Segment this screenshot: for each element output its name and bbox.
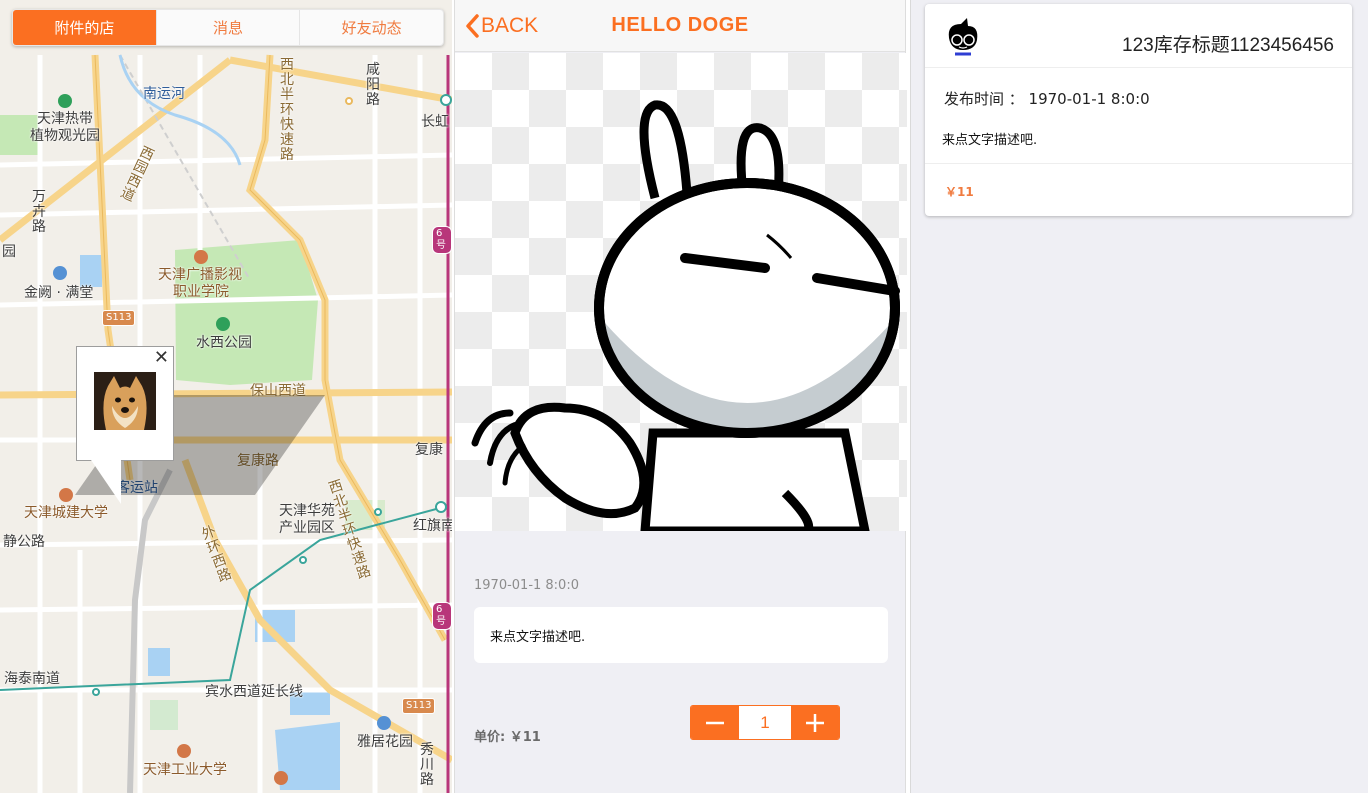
home-poi-icon — [377, 716, 391, 730]
map-label: 南运河 — [143, 86, 185, 102]
feed-card[interactable]: 123库存标题1123456456 发布时间 ： 1970-01-1 8:0:0… — [925, 4, 1352, 216]
map-label: 天津热带 — [37, 111, 93, 127]
map-label: 水西公园 — [196, 335, 252, 351]
school-poi-icon — [194, 250, 208, 264]
map-label: 产业园区 — [279, 520, 335, 536]
map-label: 红旗南 — [413, 518, 452, 534]
water-area — [148, 648, 170, 676]
park-poi-icon — [58, 94, 72, 108]
popup-tail — [91, 460, 121, 504]
top-tabbar: 附件的店 消息 好友动态 — [12, 9, 444, 46]
school-poi-icon — [274, 771, 288, 785]
highway-badge: S113 — [102, 310, 136, 326]
map-label: 金阙 · 满堂 — [24, 285, 94, 301]
detail-panel: BACK HELLO DOGE 1970-01-1 8:0:0 来点文字描述吧.… — [454, 0, 907, 793]
school-poi-icon — [177, 744, 191, 758]
tab-friend-activity[interactable]: 好友动态 — [300, 10, 443, 45]
map-label: 园 — [2, 244, 16, 260]
park-poi-icon — [216, 317, 230, 331]
map-label: 咸阳路 — [366, 62, 380, 108]
detail-time: 1970-01-1 8:0:0 — [474, 578, 579, 593]
map-label: 秀川路 — [420, 742, 434, 788]
cartoon-avatar-icon — [941, 16, 983, 58]
increase-button[interactable] — [791, 706, 839, 739]
publish-time: 发布时间 ： 1970-01-1 8:0:0 — [944, 90, 1150, 108]
unit-price: 单价: ￥11 — [474, 730, 541, 745]
card-description: 来点文字描述吧. — [942, 133, 1038, 148]
map-label: 复康 — [415, 442, 443, 458]
close-icon[interactable]: ✕ — [154, 348, 169, 368]
map-label: 西北半环快速路 — [280, 57, 294, 163]
detail-description: 来点文字描述吧. — [474, 607, 888, 663]
school-poi-icon — [59, 488, 73, 502]
map-label: 天津工业大学 — [143, 762, 227, 778]
map-label: 植物观光园 — [30, 128, 100, 144]
card-header: 123库存标题1123456456 — [925, 4, 1352, 68]
decrease-button[interactable] — [691, 706, 739, 739]
map-panel[interactable]: 南运河 天津热带 植物观光园 西北半环快速路 咸阳路 长虹 西园西道 万卉路 园… — [0, 0, 452, 793]
map-label: 职业学院 — [173, 284, 229, 300]
park-area — [150, 700, 178, 730]
rabbit-sticker-image — [471, 100, 900, 531]
card-price: ￥11 — [945, 185, 974, 199]
card-divider — [925, 163, 1352, 164]
metro-badge: 6号 — [432, 602, 452, 630]
detail-navbar: BACK HELLO DOGE — [455, 0, 905, 52]
map-label: 天津广播影视 — [158, 267, 242, 283]
quantity-value[interactable]: 1 — [739, 706, 791, 739]
avatar[interactable] — [941, 16, 983, 58]
map-label: 长虹 — [421, 114, 449, 130]
map-label: 海泰南道 — [4, 671, 60, 687]
page-title: HELLO DOGE — [611, 14, 749, 36]
metro-badge: 6号 — [432, 226, 452, 254]
home-poi-icon — [53, 266, 67, 280]
map-label: 天津华苑 — [279, 503, 335, 519]
map-info-popup[interactable]: ✕ — [76, 346, 174, 461]
card-title: 123库存标题1123456456 — [1122, 35, 1334, 56]
map-label: 万卉路 — [32, 189, 46, 235]
highway-badge: S113 — [402, 698, 436, 714]
plus-icon — [806, 713, 824, 732]
water-area — [80, 255, 102, 287]
map-label: 雅居花园 — [357, 734, 413, 750]
minus-icon — [706, 721, 724, 724]
hero-image[interactable] — [455, 53, 907, 531]
quantity-stepper: 1 — [690, 705, 840, 740]
map-label: 静公路 — [3, 534, 45, 550]
map-label: 天津城建大学 — [24, 505, 108, 521]
doge-avatar-image[interactable] — [94, 372, 156, 430]
tab-messages[interactable]: 消息 — [157, 10, 301, 45]
feed-panel: 123库存标题1123456456 发布时间 ： 1970-01-1 8:0:0… — [910, 0, 1368, 793]
map-label: 宾水西道延长线 — [205, 684, 303, 700]
tab-nearby-shops[interactable]: 附件的店 — [13, 10, 157, 45]
